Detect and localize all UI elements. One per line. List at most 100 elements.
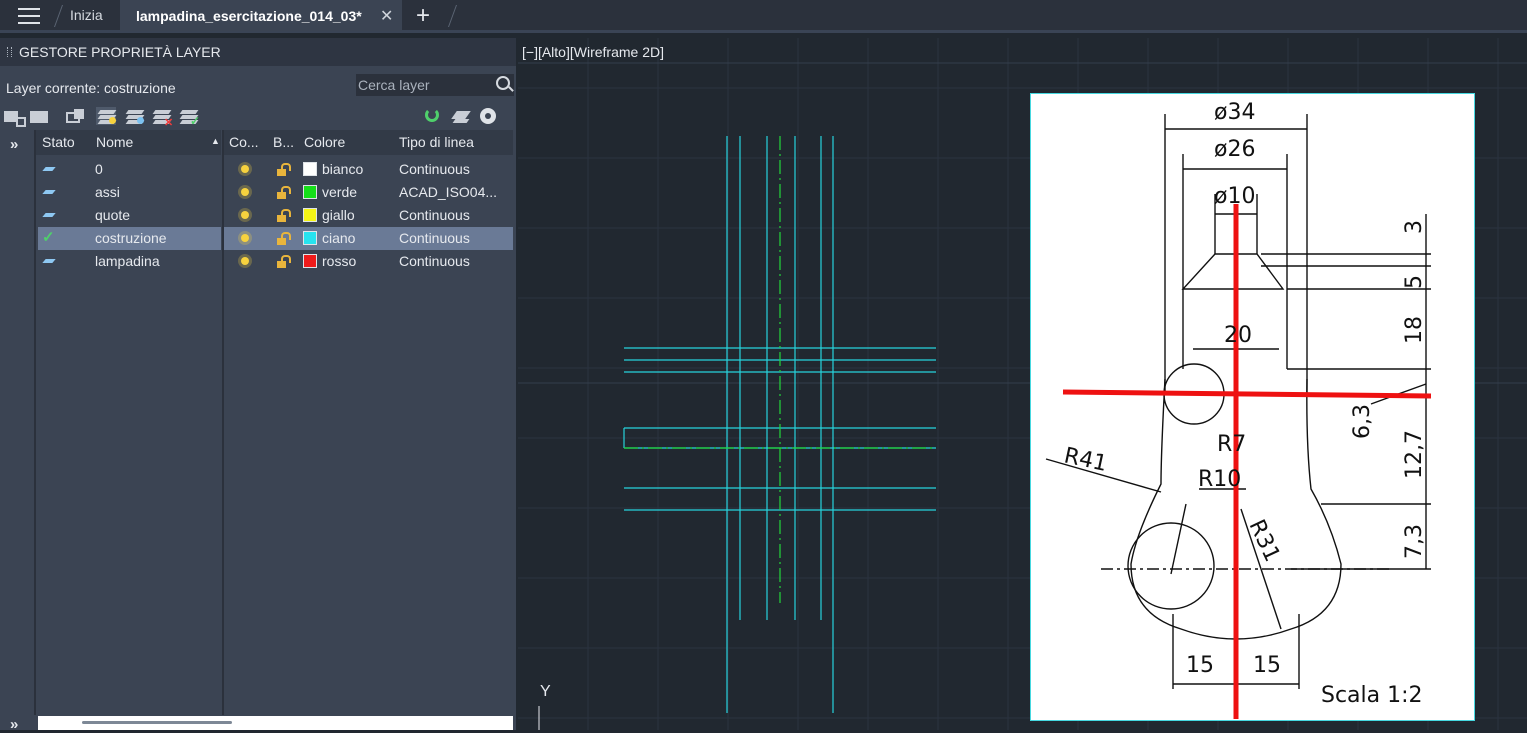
layer-on-icon[interactable]: [241, 188, 249, 196]
refresh-icon[interactable]: [424, 107, 444, 125]
layer-row-quote[interactable]: quote: [38, 204, 221, 227]
header-lock[interactable]: B...: [273, 134, 294, 150]
tab-drawing-active[interactable]: lampadina_esercitazione_014_03* ✕: [120, 0, 402, 31]
layer-status-icon[interactable]: [42, 259, 56, 263]
layer-list-header-right: Co... B... Colore Tipo di linea: [224, 130, 513, 155]
tab-drawing-label: lampadina_esercitazione_014_03*: [136, 8, 362, 24]
unlock-icon[interactable]: [277, 209, 291, 222]
layer-name[interactable]: costruzione: [95, 230, 167, 246]
dim-18: 18: [1402, 316, 1427, 344]
layer-on-icon[interactable]: [241, 234, 249, 242]
layer-name[interactable]: 0: [95, 161, 103, 177]
layer-row-props-0[interactable]: bianco Continuous: [224, 158, 513, 181]
layer-name[interactable]: lampadina: [95, 253, 160, 269]
scrollbar-thumb[interactable]: [82, 721, 232, 724]
new-property-filter-icon[interactable]: [4, 107, 26, 127]
layer-name[interactable]: quote: [95, 207, 130, 223]
reference-image[interactable]: ø34 ø26 ø10 20 R7 R10 15 15 Scala 1:2 R4…: [1030, 93, 1475, 721]
layer-linetype[interactable]: Continuous: [399, 230, 470, 246]
color-swatch[interactable]: [303, 185, 317, 199]
layer-on-icon[interactable]: [241, 165, 249, 173]
layer-linetype[interactable]: Continuous: [399, 253, 470, 269]
sort-ascending-icon: ▲: [211, 136, 220, 146]
layer-row-props-costruzione[interactable]: ciano Continuous: [224, 227, 513, 250]
scale-label: Scala 1:2: [1321, 683, 1423, 708]
panel-grip-icon[interactable]: [7, 47, 12, 57]
layer-color-name[interactable]: rosso: [322, 253, 356, 269]
delete-layer-icon[interactable]: ✕: [151, 107, 173, 129]
search-placeholder: Cerca layer: [358, 77, 430, 93]
drawing-viewport[interactable]: [−][Alto][Wireframe 2D] Y ø34 ø26 ø10 20…: [518, 38, 1527, 730]
layer-on-icon[interactable]: [241, 257, 249, 265]
horizontal-scrollbar[interactable]: [38, 716, 513, 730]
dim-d10: ø10: [1214, 184, 1255, 209]
layer-row-costruzione[interactable]: ✓ costruzione: [38, 227, 221, 250]
dim-15-left: 15: [1186, 653, 1214, 678]
layer-linetype[interactable]: ACAD_ISO04...: [399, 184, 497, 200]
panel-collapse-gutter: »: [0, 130, 34, 730]
unlock-icon[interactable]: [277, 232, 291, 245]
layer-status-icon[interactable]: [42, 213, 56, 217]
new-layer-vp-frozen-icon[interactable]: [124, 107, 145, 125]
color-swatch[interactable]: [303, 162, 317, 176]
column-separator: [34, 130, 36, 715]
layer-status-icon[interactable]: [42, 167, 56, 171]
dim-6-3: 6,3: [1350, 404, 1375, 439]
layer-status-icon[interactable]: [42, 190, 56, 194]
dim-r41: R41: [1062, 443, 1110, 476]
gear-icon[interactable]: [478, 107, 498, 125]
header-color[interactable]: Colore: [304, 134, 345, 150]
layer-on-icon[interactable]: [241, 211, 249, 219]
current-layer-check-icon[interactable]: ✓: [42, 228, 55, 246]
tab-home[interactable]: Inizia: [70, 7, 103, 23]
tab-close-icon[interactable]: ✕: [380, 6, 393, 26]
layer-color-name[interactable]: giallo: [322, 207, 355, 223]
dim-d34: ø34: [1214, 100, 1255, 125]
layer-linetype[interactable]: Continuous: [399, 207, 470, 223]
color-swatch[interactable]: [303, 208, 317, 222]
layer-states-manager-icon[interactable]: [66, 107, 86, 125]
tab-divider: [447, 5, 458, 27]
dim-7-3: 7,3: [1402, 524, 1427, 559]
dim-d26: ø26: [1214, 137, 1255, 162]
layer-linetype[interactable]: Continuous: [399, 161, 470, 177]
reference-drawing: ø34 ø26 ø10 20 R7 R10 15 15 Scala 1:2 R4…: [1045, 100, 1432, 719]
tab-divider: [53, 5, 64, 27]
set-current-layer-icon[interactable]: ✓: [178, 107, 200, 128]
panel-title: GESTORE PROPRIETÀ LAYER: [19, 44, 221, 60]
expand-panel-icon[interactable]: »: [10, 716, 18, 733]
header-on[interactable]: Co...: [229, 134, 259, 150]
unlock-icon[interactable]: [277, 255, 291, 268]
header-nome[interactable]: Nome: [96, 134, 133, 150]
layer-row-0[interactable]: 0: [38, 158, 221, 181]
unlock-icon[interactable]: [277, 186, 291, 199]
header-stato[interactable]: Stato: [42, 134, 75, 150]
unlock-icon[interactable]: [277, 163, 291, 176]
layer-color-name[interactable]: verde: [322, 184, 357, 200]
dim-3: 3: [1402, 220, 1427, 234]
tab-bar: Inizia lampadina_esercitazione_014_03* ✕…: [0, 0, 1527, 33]
layer-settings-icon[interactable]: [451, 107, 471, 125]
new-layer-icon[interactable]: [96, 107, 117, 125]
layer-row-lampadina[interactable]: lampadina: [38, 250, 221, 273]
hamburger-menu-icon[interactable]: [18, 8, 40, 24]
search-icon[interactable]: [496, 76, 510, 90]
panel-titlebar[interactable]: GESTORE PROPRIETÀ LAYER: [0, 38, 516, 66]
current-layer-label: Layer corrente: costruzione: [6, 80, 176, 96]
new-group-filter-icon[interactable]: [30, 107, 50, 125]
expand-tree-icon[interactable]: »: [10, 136, 18, 153]
layer-color-name[interactable]: ciano: [322, 230, 355, 246]
layer-search-input[interactable]: Cerca layer: [356, 74, 514, 96]
layer-row-props-quote[interactable]: giallo Continuous: [224, 204, 513, 227]
dim-r31: R31: [1244, 516, 1285, 566]
layer-name[interactable]: assi: [95, 184, 120, 200]
layer-color-name[interactable]: bianco: [322, 161, 363, 177]
layer-row-assi[interactable]: assi: [38, 181, 221, 204]
dim-r10: R10: [1198, 467, 1241, 492]
color-swatch[interactable]: [303, 254, 317, 268]
layer-row-props-lampadina[interactable]: rosso Continuous: [224, 250, 513, 273]
color-swatch[interactable]: [303, 231, 317, 245]
new-tab-button[interactable]: +: [416, 2, 430, 30]
header-linetype[interactable]: Tipo di linea: [399, 134, 474, 150]
layer-row-props-assi[interactable]: verde ACAD_ISO04...: [224, 181, 513, 204]
